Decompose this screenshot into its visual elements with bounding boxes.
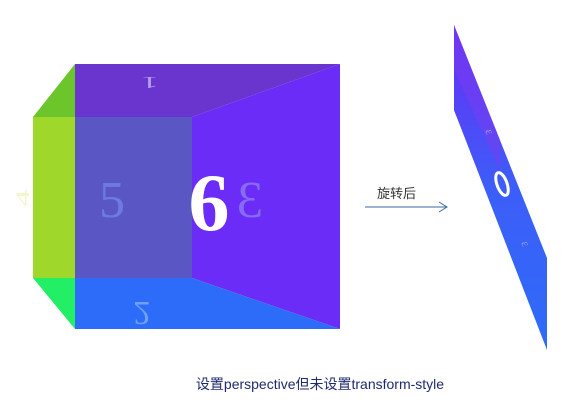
face-label-back: 5	[99, 172, 125, 229]
face-label-front: 6	[189, 157, 230, 248]
cube-back-face	[75, 117, 192, 278]
figure-caption: 设置perspective但未设置transform-style	[195, 376, 445, 392]
cube-after: ɛ ε	[454, 25, 547, 350]
face-label-top: 1	[142, 73, 159, 92]
diagram-canvas: 1 5 6 3 4 2 ɛ ε	[13, 25, 547, 350]
rotation-arrow	[365, 201, 448, 213]
face-label-bottom: 2	[134, 294, 151, 331]
cube-top-left-wedge	[33, 64, 75, 117]
cube-bottom-left-wedge	[33, 278, 75, 329]
rotation-label: 旋转后	[377, 186, 417, 201]
cube-before: 1 5 6 3 4 2	[13, 64, 340, 331]
cube-left-face	[33, 117, 75, 278]
diagram-stage: 1 5 6 3 4 2 ɛ ε 旋转后 设置perspective但未设置tra…	[0, 0, 588, 413]
face-label-right: 3	[237, 172, 263, 229]
face-label-left: 4	[13, 189, 33, 206]
